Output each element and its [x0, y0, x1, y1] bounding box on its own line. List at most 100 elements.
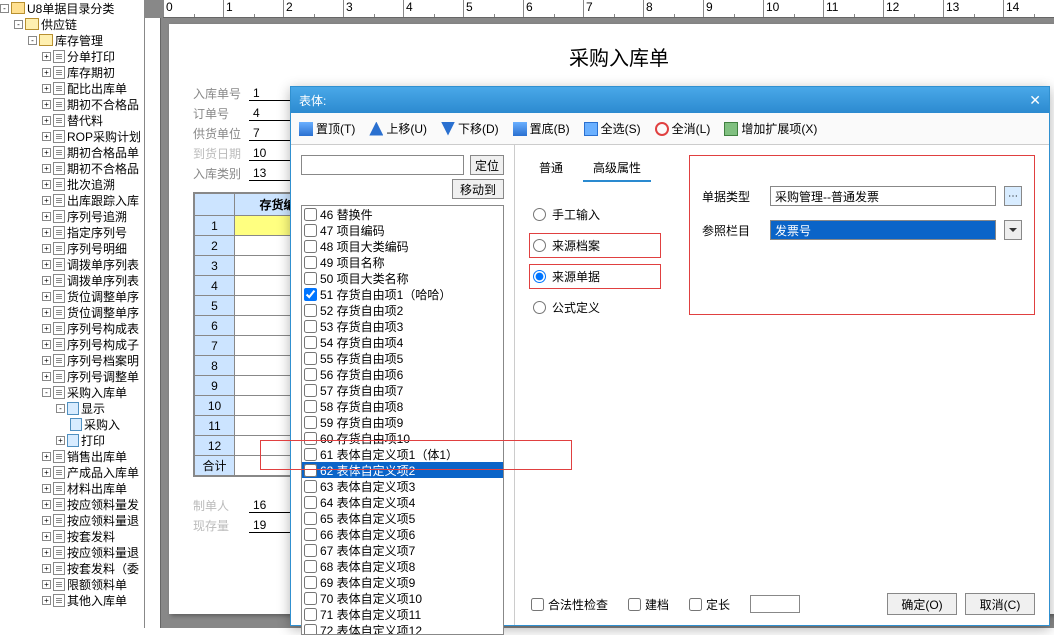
tree-leaf[interactable]: +按应领料量退	[0, 512, 144, 528]
radio-manual[interactable]: 手工输入	[533, 206, 657, 223]
expand-icon[interactable]: +	[42, 164, 51, 173]
row-header[interactable]: 9	[195, 376, 235, 396]
tree-leaf[interactable]: +序列号明细	[0, 240, 144, 256]
expand-icon[interactable]: +	[42, 356, 51, 365]
row-header[interactable]: 5	[195, 296, 235, 316]
list-item[interactable]: 49 项目名称	[302, 254, 503, 270]
radio-archive[interactable]: 来源档案	[533, 237, 657, 254]
list-item[interactable]: 66 表体自定义项6	[302, 526, 503, 542]
expand-icon[interactable]: +	[42, 292, 51, 301]
tree-leaf[interactable]: +ROP采购计划	[0, 128, 144, 144]
search-input[interactable]	[301, 155, 464, 175]
lookup-button[interactable]: ⋯	[1004, 186, 1022, 206]
move-down-button[interactable]: 下移(D)	[441, 120, 499, 137]
list-item[interactable]: 55 存货自由项5	[302, 350, 503, 366]
row-header[interactable]: 12	[195, 436, 235, 456]
list-item[interactable]: 57 存货自由项7	[302, 382, 503, 398]
locate-button[interactable]: 定位	[470, 155, 504, 175]
ref-column-value[interactable]: 发票号	[770, 220, 996, 240]
tab-basic[interactable]: 普通	[529, 155, 573, 182]
expand-icon[interactable]: +	[42, 372, 51, 381]
row-header[interactable]: 6	[195, 316, 235, 336]
list-item[interactable]: 67 表体自定义项7	[302, 542, 503, 558]
tree-leaf[interactable]: +按应领料量发	[0, 496, 144, 512]
tree-node[interactable]: -库存管理	[0, 32, 144, 48]
list-item[interactable]: 50 项目大类名称	[302, 270, 503, 286]
expand-icon[interactable]: +	[42, 468, 51, 477]
expand-icon[interactable]: +	[42, 484, 51, 493]
list-item[interactable]: 68 表体自定义项8	[302, 558, 503, 574]
collapse-icon[interactable]: -	[0, 4, 9, 13]
add-extension-button[interactable]: 增加扩展项(X)	[724, 120, 817, 137]
expand-icon[interactable]: +	[42, 212, 51, 221]
tree-leaf[interactable]: +按套发料	[0, 528, 144, 544]
expand-icon[interactable]: +	[42, 244, 51, 253]
tree-leaf[interactable]: +期初不合格品	[0, 96, 144, 112]
tree-leaf[interactable]: +序列号追溯	[0, 208, 144, 224]
list-item[interactable]: 60 存货自由项10	[302, 430, 503, 446]
tree-leaf[interactable]: +货位调整单序	[0, 288, 144, 304]
dialog-titlebar[interactable]: 表体: ✕	[291, 87, 1049, 113]
tree-leaf[interactable]: +期初合格品单	[0, 144, 144, 160]
row-header[interactable]: 11	[195, 416, 235, 436]
archive-checkbox[interactable]: 建档	[628, 596, 669, 613]
expand-icon[interactable]: +	[42, 196, 51, 205]
row-header[interactable]: 7	[195, 336, 235, 356]
clear-all-button[interactable]: 全消(L)	[655, 120, 711, 137]
expand-icon[interactable]: +	[42, 260, 51, 269]
list-item[interactable]: 58 存货自由项8	[302, 398, 503, 414]
row-header[interactable]: 8	[195, 356, 235, 376]
tree-leaf[interactable]: +期初不合格品	[0, 160, 144, 176]
expand-icon[interactable]: +	[42, 100, 51, 109]
expand-icon[interactable]: +	[42, 180, 51, 189]
expand-icon[interactable]: +	[42, 276, 51, 285]
tree-leaf[interactable]: +货位调整单序	[0, 304, 144, 320]
expand-icon[interactable]: +	[42, 516, 51, 525]
radio-formula[interactable]: 公式定义	[533, 299, 657, 316]
tab-advanced[interactable]: 高级属性	[583, 155, 651, 182]
tree-leaf[interactable]: +指定序列号	[0, 224, 144, 240]
tree-leaf[interactable]: +替代料	[0, 112, 144, 128]
expand-icon[interactable]: +	[42, 500, 51, 509]
list-item[interactable]: 65 表体自定义项5	[302, 510, 503, 526]
dropdown-icon[interactable]	[1004, 220, 1022, 240]
length-input[interactable]	[750, 595, 800, 613]
row-header[interactable]: 10	[195, 396, 235, 416]
tree-node[interactable]: -采购入库单	[0, 384, 144, 400]
row-header[interactable]: 3	[195, 256, 235, 276]
cancel-button[interactable]: 取消(C)	[965, 593, 1035, 615]
collapse-icon[interactable]: -	[14, 20, 23, 29]
tree-leaf[interactable]: +分单打印	[0, 48, 144, 64]
tree-leaf[interactable]: 采购入	[0, 416, 144, 432]
tree-leaf[interactable]: +配比出库单	[0, 80, 144, 96]
list-item[interactable]: 70 表体自定义项10	[302, 590, 503, 606]
expand-icon[interactable]: +	[42, 116, 51, 125]
list-item[interactable]: 54 存货自由项4	[302, 334, 503, 350]
list-item[interactable]: 59 存货自由项9	[302, 414, 503, 430]
list-item[interactable]: 51 存货自由项1（哈哈）	[302, 286, 503, 302]
expand-icon[interactable]: +	[42, 308, 51, 317]
list-item[interactable]: 56 存货自由项6	[302, 366, 503, 382]
tree-leaf[interactable]: +序列号调整单	[0, 368, 144, 384]
close-icon[interactable]: ✕	[1029, 92, 1041, 109]
expand-icon[interactable]: +	[42, 564, 51, 573]
tree-root[interactable]: -U8单据目录分类	[0, 0, 144, 16]
tree-leaf[interactable]: +序列号档案明	[0, 352, 144, 368]
list-item[interactable]: 61 表体自定义项1（体1）	[302, 446, 503, 462]
tree-leaf[interactable]: +限额领料单	[0, 576, 144, 592]
expand-icon[interactable]: +	[42, 452, 51, 461]
tree-leaf[interactable]: +出库跟踪入库	[0, 192, 144, 208]
tree-leaf[interactable]: +调拨单序列表	[0, 272, 144, 288]
move-up-button[interactable]: 上移(U)	[369, 120, 427, 137]
list-item[interactable]: 62 表体自定义项2	[302, 462, 503, 478]
tree-leaf[interactable]: +销售出库单	[0, 448, 144, 464]
expand-icon[interactable]: +	[42, 324, 51, 333]
list-item[interactable]: 47 项目编码	[302, 222, 503, 238]
row-header[interactable]: 1	[195, 216, 235, 236]
expand-icon[interactable]: +	[42, 68, 51, 77]
list-item[interactable]: 48 项目大类编码	[302, 238, 503, 254]
tree-leaf[interactable]: +序列号构成子	[0, 336, 144, 352]
expand-icon[interactable]: +	[42, 596, 51, 605]
list-item[interactable]: 72 表体自定义项12	[302, 622, 503, 635]
list-item[interactable]: 63 表体自定义项3	[302, 478, 503, 494]
